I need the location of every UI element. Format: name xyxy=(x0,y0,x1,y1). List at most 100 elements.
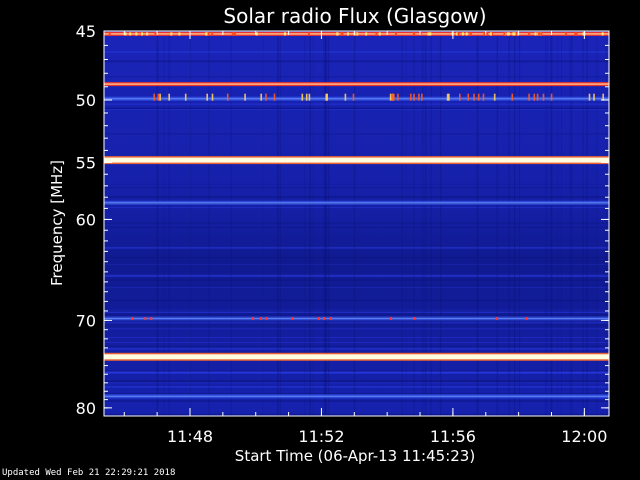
burst-speckle xyxy=(457,32,460,36)
texture-stripe xyxy=(104,133,609,135)
burst-speckle xyxy=(124,32,127,36)
burst-speckle xyxy=(601,32,604,36)
burst-speckle xyxy=(108,32,111,36)
texture-stripe xyxy=(104,337,609,338)
burst-speckle xyxy=(542,93,545,101)
texture-stripe xyxy=(104,313,609,316)
burst-speckle xyxy=(593,93,595,101)
burst-speckle xyxy=(291,317,294,320)
burst-speckle xyxy=(356,32,359,36)
burst-speckle xyxy=(340,32,343,36)
burst-speckle xyxy=(588,93,591,101)
burst-speckle xyxy=(467,93,470,101)
burst-speckle xyxy=(528,32,531,36)
burst-speckle xyxy=(170,32,173,36)
burst-speckle xyxy=(135,32,138,36)
burst-speckle xyxy=(326,93,328,101)
burst-speckle xyxy=(511,93,514,101)
texture-stripe xyxy=(104,328,609,330)
burst-speckle xyxy=(413,93,415,101)
burst-speckle xyxy=(317,317,320,320)
burst-speckle xyxy=(260,93,262,101)
texture-stripe xyxy=(104,207,609,208)
texture-stripe xyxy=(104,321,609,324)
burst-speckle xyxy=(421,93,423,101)
burst-speckle xyxy=(150,317,153,320)
burst-speckle xyxy=(168,93,170,101)
burst-speckle xyxy=(429,32,432,36)
burst-speckle xyxy=(146,32,149,36)
burst-speckle xyxy=(301,93,304,101)
burst-speckle xyxy=(483,32,486,36)
burst-speckle xyxy=(159,93,161,101)
spectrogram-chart: Solar radio Flux (Glasgow) 455055607080 … xyxy=(48,4,610,465)
burst-speckle xyxy=(265,93,267,101)
texture-stripe xyxy=(104,392,609,395)
texture-stripe xyxy=(104,400,609,402)
burst-speckle xyxy=(141,32,143,36)
texture-stripe xyxy=(104,382,609,384)
burst-speckle xyxy=(469,32,472,36)
texture-stripe xyxy=(104,284,609,286)
texture-stripe xyxy=(104,196,609,199)
burst-speckle xyxy=(211,32,214,36)
burst-speckle xyxy=(365,32,368,36)
burst-speckle xyxy=(322,317,325,320)
burst-speckle xyxy=(375,32,378,36)
burst-speckle xyxy=(184,93,187,101)
burst-speckle xyxy=(231,32,234,36)
texture-stripe xyxy=(104,187,609,189)
burst-speckle xyxy=(493,93,496,101)
texture-stripe xyxy=(104,226,609,228)
burst-speckle xyxy=(461,32,464,36)
y-tick-label: 70 xyxy=(76,311,96,330)
burst-speckle xyxy=(389,93,392,101)
texture-stripe xyxy=(104,256,609,258)
burst-speckle xyxy=(336,32,339,36)
burst-speckle xyxy=(533,93,536,101)
burst-speckle xyxy=(413,317,416,320)
texture-stripe xyxy=(104,247,609,249)
chart-title: Solar radio Flux (Glasgow) xyxy=(223,4,486,28)
burst-speckle xyxy=(540,32,543,36)
burst-speckle xyxy=(206,93,208,101)
burst-speckle xyxy=(525,317,528,320)
burst-speckle xyxy=(157,93,160,101)
texture-stripe xyxy=(104,324,609,325)
y-tick-label: 45 xyxy=(76,22,96,41)
burst-speckle xyxy=(410,93,412,101)
burst-speckle xyxy=(446,93,449,101)
burst-speckle xyxy=(233,32,236,36)
updated-timestamp: Updated Wed Feb 21 22:29:21 2018 xyxy=(2,468,176,478)
burst-speckle xyxy=(550,93,553,101)
burst-speckle xyxy=(536,93,539,101)
burst-speckle xyxy=(226,93,229,101)
band-highlight xyxy=(104,317,609,320)
burst-speckle xyxy=(273,93,276,101)
burst-speckle xyxy=(465,32,468,36)
texture-stripe xyxy=(104,279,609,281)
burst-speckle xyxy=(260,317,263,320)
burst-speckle xyxy=(397,93,399,101)
burst-speckle xyxy=(308,93,311,101)
texture-stripe xyxy=(104,222,609,224)
texture-stripe xyxy=(104,341,609,343)
texture-stripe xyxy=(104,311,609,313)
texture-stripe xyxy=(104,386,609,388)
texture-stripe xyxy=(104,299,609,302)
texture-stripe xyxy=(104,286,609,289)
x-tick-label: 11:48 xyxy=(167,427,213,446)
texture-stripe xyxy=(104,274,609,277)
burst-speckle xyxy=(211,93,214,101)
burst-speckle xyxy=(565,32,567,36)
burst-speckle xyxy=(515,32,518,36)
burst-speckle xyxy=(131,317,134,320)
burst-speckle xyxy=(496,317,499,320)
x-tick-label: 11:52 xyxy=(298,427,344,446)
y-tick-label: 80 xyxy=(76,399,96,418)
burst-speckle xyxy=(486,32,489,36)
band-highlight xyxy=(104,395,609,397)
texture-stripe xyxy=(104,76,609,78)
burst-speckle xyxy=(503,32,506,36)
texture-stripe xyxy=(104,263,609,265)
